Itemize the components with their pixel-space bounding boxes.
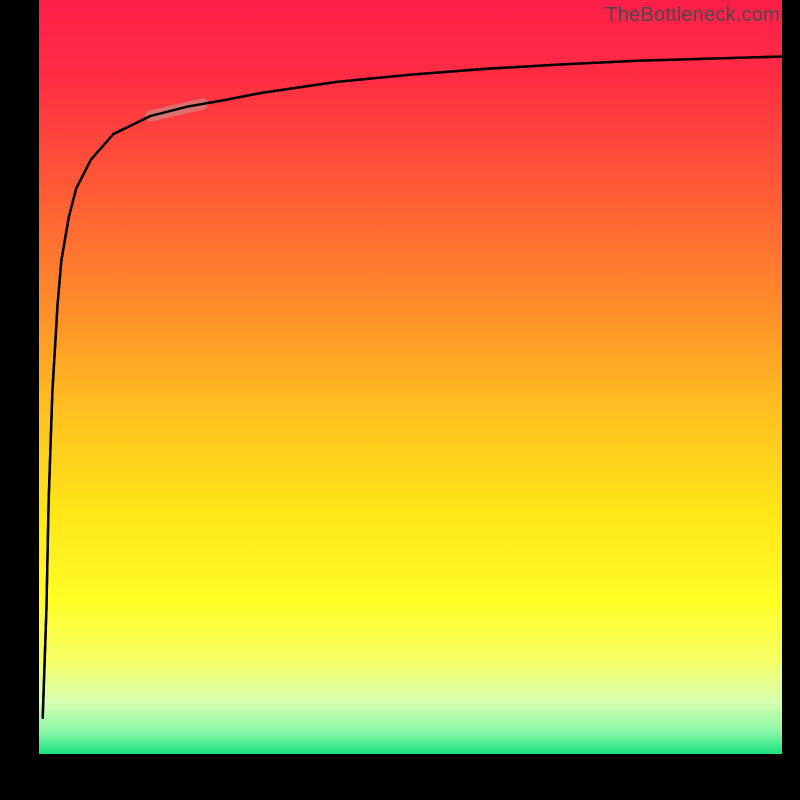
curve-path-overlay (43, 57, 782, 718)
curve-path (43, 57, 782, 718)
stage: TheBottleneck.com (0, 0, 800, 800)
watermark-text: TheBottleneck.com (605, 4, 780, 27)
frame-right (782, 0, 800, 800)
plot-area (39, 0, 782, 754)
frame-bottom (0, 754, 800, 800)
frame-left (0, 0, 39, 800)
bottleneck-curve (39, 0, 782, 754)
